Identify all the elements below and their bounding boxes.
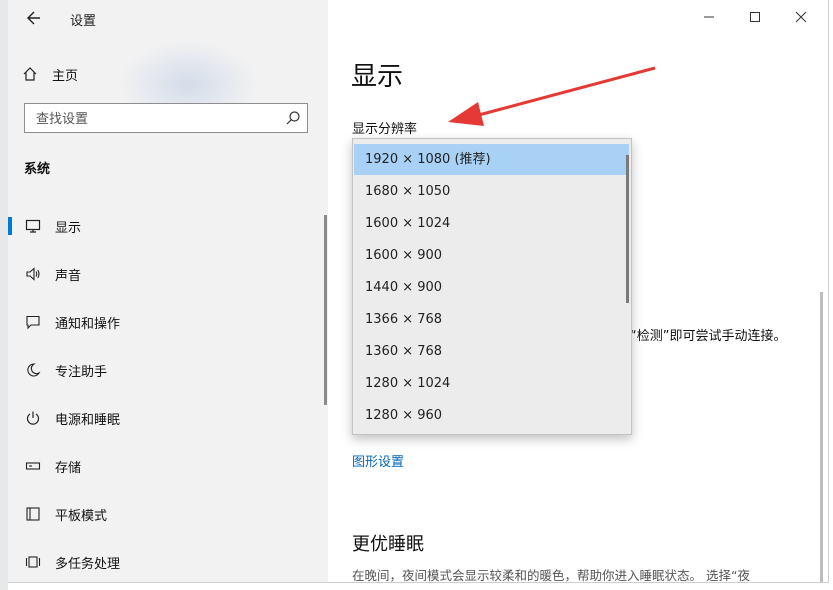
back-arrow-icon xyxy=(27,11,40,25)
sidebar-item-label: 电源和睡眠 xyxy=(55,412,121,428)
window-title: 设置 xyxy=(70,14,97,29)
resolution-option[interactable]: 1600 × 900 xyxy=(354,240,630,271)
back-button[interactable] xyxy=(22,6,46,30)
resolution-option[interactable]: 1600 × 1024 xyxy=(354,208,630,239)
resolution-dropdown-list[interactable]: 1920 × 1080 (推荐) 1680 × 1050 1600 × 1024… xyxy=(352,138,632,435)
search-input[interactable] xyxy=(25,104,288,134)
resolution-option[interactable]: 1280 × 1024 xyxy=(354,368,630,399)
sidebar-item-label: 显示 xyxy=(55,220,82,236)
power-icon xyxy=(24,409,42,427)
resolution-option[interactable]: 1440 × 900 xyxy=(354,272,630,303)
resolution-option[interactable]: 1920 × 1080 (推荐) xyxy=(354,144,629,175)
selected-indicator xyxy=(8,217,12,235)
notification-icon xyxy=(24,313,42,331)
moon-icon xyxy=(24,361,42,379)
sidebar-item-label: 专注助手 xyxy=(55,364,108,380)
sidebar-item-notifications[interactable]: 通知和操作 xyxy=(8,302,328,342)
search-box[interactable] xyxy=(24,103,308,134)
sidebar-item-home[interactable]: 主页 xyxy=(22,62,78,86)
maximize-icon xyxy=(750,12,760,22)
sidebar-item-tablet-mode[interactable]: 平板模式 xyxy=(8,494,328,534)
sidebar-item-label: 平板模式 xyxy=(55,508,108,524)
night-light-description: 在晚间，夜间模式会显示较柔和的暖色，帮助你进入睡眠状态。 选择“夜 xyxy=(352,568,750,583)
resolution-option[interactable]: 1366 × 768 xyxy=(354,304,630,335)
minimize-button[interactable] xyxy=(686,0,732,34)
sidebar-item-focus-assist[interactable]: 专注助手 xyxy=(8,350,328,390)
sidebar-item-multitasking[interactable]: 多任务处理 xyxy=(8,542,328,582)
sidebar-item-label: 多任务处理 xyxy=(55,556,121,572)
graphics-settings-link[interactable]: 图形设置 xyxy=(352,451,404,470)
resolution-option[interactable]: 1360 × 768 xyxy=(354,336,630,367)
multitask-icon xyxy=(24,553,42,571)
night-light-heading: 更优睡眠 xyxy=(352,534,424,555)
main-scrollbar[interactable] xyxy=(820,292,823,582)
sidebar-item-display[interactable]: 显示 xyxy=(8,206,328,246)
search-icon[interactable] xyxy=(285,110,301,126)
resolution-label: 显示分辨率 xyxy=(352,122,418,137)
sidebar-item-label: 通知和操作 xyxy=(55,316,121,332)
home-icon xyxy=(23,67,37,81)
sidebar-item-label: 主页 xyxy=(52,68,79,84)
maximize-button[interactable] xyxy=(732,0,778,34)
sidebar: 设置 主页 系统 显示 声音 xyxy=(8,0,328,582)
resolution-option[interactable]: 1280 × 960 xyxy=(354,400,630,431)
section-label-system: 系统 xyxy=(24,162,51,177)
speaker-icon xyxy=(24,265,42,283)
background-window-edge xyxy=(0,0,8,590)
sidebar-item-label: 声音 xyxy=(55,268,82,284)
tablet-icon xyxy=(24,505,42,523)
minimize-icon xyxy=(704,16,714,18)
sidebar-item-storage[interactable]: 存储 xyxy=(8,446,328,486)
sidebar-item-sound[interactable]: 声音 xyxy=(8,254,328,294)
storage-icon xyxy=(24,457,42,475)
resolution-option[interactable]: 1680 × 1050 xyxy=(354,176,630,207)
page-title: 显示 xyxy=(351,62,404,92)
sidebar-scrollbar[interactable] xyxy=(324,215,327,405)
monitor-icon xyxy=(24,217,42,235)
sidebar-item-label: 存储 xyxy=(55,460,82,476)
dropdown-scrollbar[interactable] xyxy=(626,155,629,303)
sidebar-item-power-sleep[interactable]: 电源和睡眠 xyxy=(8,398,328,438)
close-button[interactable] xyxy=(778,0,824,34)
close-icon xyxy=(795,11,807,23)
detect-hint-text: “检测”即可尝试手动连接。 xyxy=(630,329,787,344)
